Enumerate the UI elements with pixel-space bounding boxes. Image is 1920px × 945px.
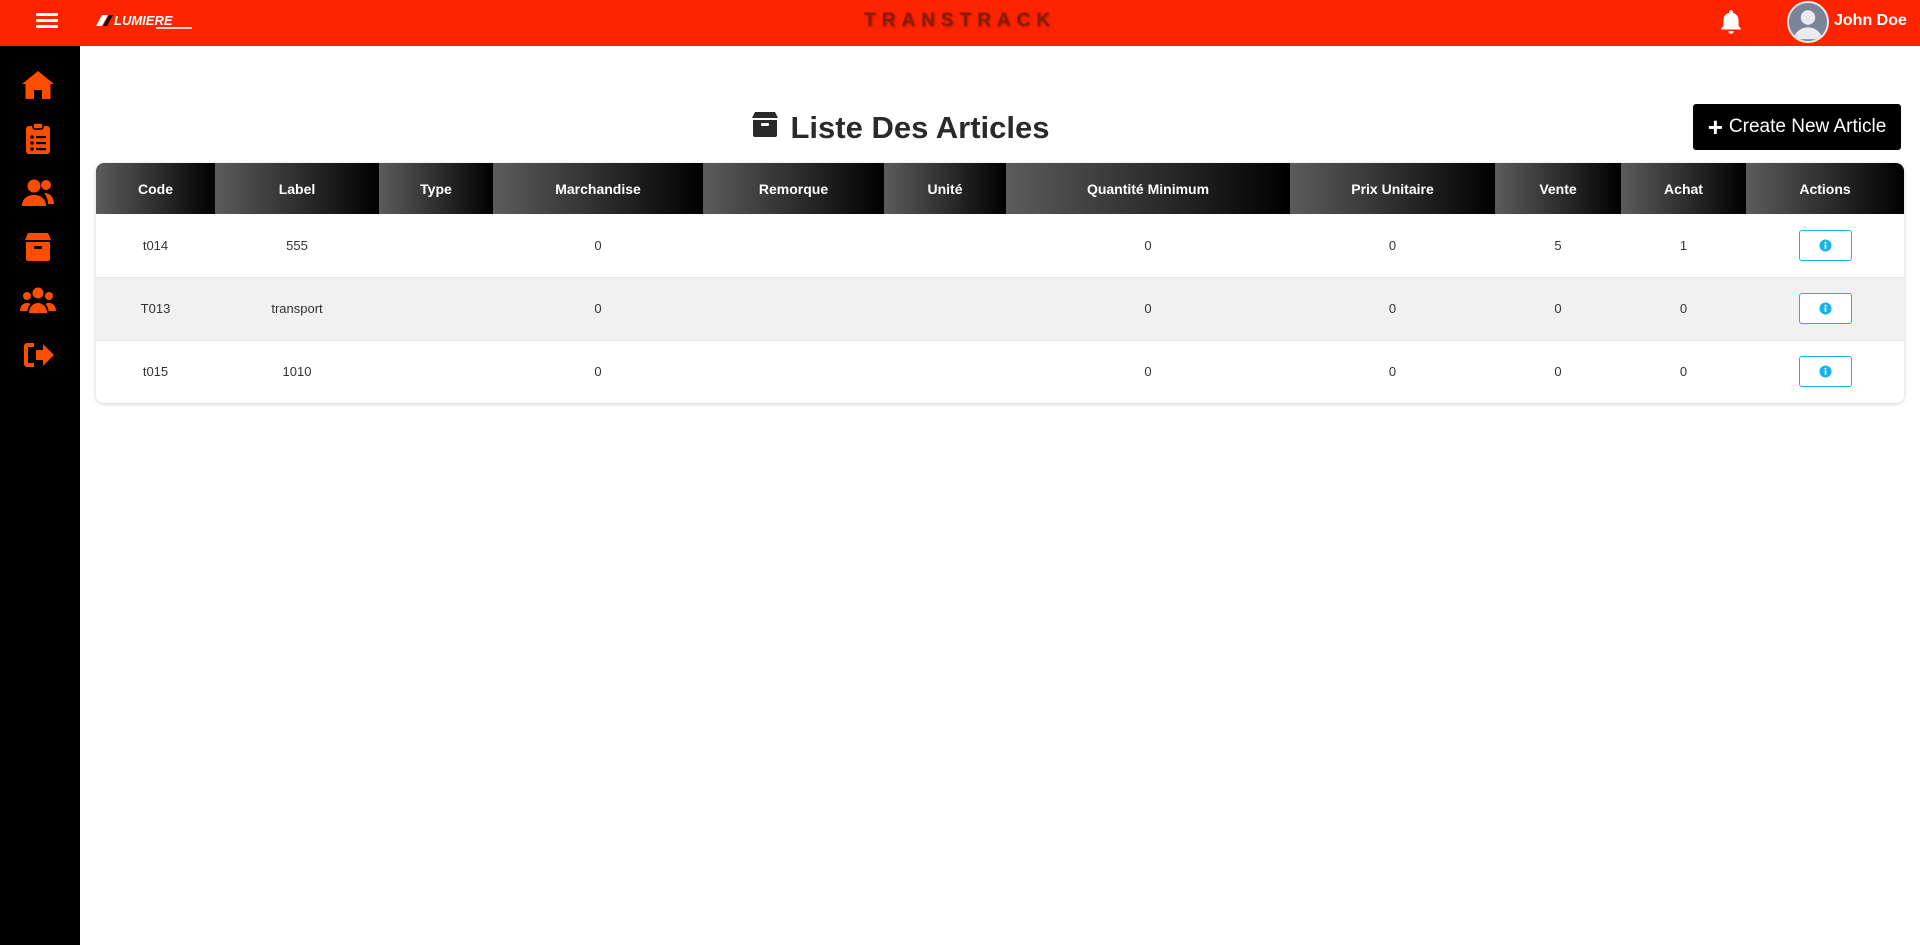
info-icon — [1818, 365, 1832, 378]
info-button[interactable] — [1798, 293, 1852, 324]
table-row: t014 555 0 0 0 5 1 — [96, 214, 1904, 278]
cell-prix-unitaire: 0 — [1290, 340, 1495, 403]
cell-actions — [1746, 277, 1904, 341]
column-header: Actions — [1746, 163, 1904, 214]
bell-icon[interactable] — [1718, 8, 1744, 36]
svg-text:LUMIERE: LUMIERE — [114, 13, 173, 28]
cell-unite — [884, 277, 1006, 341]
cell-code: t014 — [96, 214, 215, 278]
home-icon[interactable] — [20, 67, 56, 103]
column-header[interactable]: Unité — [884, 163, 1006, 214]
info-button[interactable] — [1798, 356, 1852, 387]
sign-out-icon[interactable] — [20, 337, 56, 373]
cell-quantite-minimum: 0 — [1006, 214, 1290, 278]
cell-quantite-minimum: 0 — [1006, 340, 1290, 403]
cell-marchandise: 0 — [493, 340, 703, 403]
page-title-text: Liste Des Articles — [790, 110, 1050, 145]
box-icon[interactable] — [20, 229, 56, 265]
cell-actions — [1746, 214, 1904, 278]
cell-remorque — [703, 277, 884, 341]
column-header[interactable]: Quantité Minimum — [1006, 163, 1290, 214]
group-icon[interactable] — [20, 283, 56, 319]
cell-marchandise: 0 — [493, 214, 703, 278]
cell-prix-unitaire: 0 — [1290, 214, 1495, 278]
avatar[interactable] — [1787, 1, 1829, 43]
page-header: Liste Des Articles + Create New Article — [96, 103, 1904, 153]
cell-code: T013 — [96, 277, 215, 341]
column-header[interactable]: Vente — [1495, 163, 1621, 214]
cell-type — [379, 340, 493, 403]
cell-actions — [1746, 340, 1904, 403]
clipboard-list-icon[interactable] — [20, 121, 56, 157]
cell-quantite-minimum: 0 — [1006, 277, 1290, 341]
sidebar — [0, 46, 80, 945]
cell-remorque — [703, 340, 884, 403]
column-header[interactable]: Remorque — [703, 163, 884, 214]
info-icon — [1818, 239, 1832, 252]
cell-marchandise: 0 — [493, 277, 703, 341]
page-title: Liste Des Articles — [96, 109, 1704, 147]
cell-label: 1010 — [215, 340, 379, 403]
table-row: t015 1010 0 0 0 0 0 — [96, 340, 1904, 403]
cell-unite — [884, 340, 1006, 403]
cell-prix-unitaire: 0 — [1290, 277, 1495, 341]
cell-code: t015 — [96, 340, 215, 403]
cell-achat: 0 — [1621, 277, 1746, 341]
username[interactable]: John Doe — [1834, 12, 1907, 30]
create-article-label: Create New Article — [1728, 116, 1887, 137]
cell-remorque — [703, 214, 884, 278]
cell-unite — [884, 214, 1006, 278]
column-header[interactable]: Type — [379, 163, 493, 214]
table-row: T013 transport 0 0 0 0 0 — [96, 277, 1904, 341]
menu-icon[interactable] — [36, 10, 58, 32]
cell-achat: 0 — [1621, 340, 1746, 403]
app-title: TRANSTRACK — [864, 10, 1056, 31]
plus-icon: + — [1707, 112, 1723, 142]
column-header[interactable]: Marchandise — [493, 163, 703, 214]
column-header[interactable]: Achat — [1621, 163, 1746, 214]
cell-type — [379, 277, 493, 341]
cell-vente: 0 — [1495, 277, 1621, 341]
create-article-button[interactable]: + Create New Article — [1693, 104, 1901, 150]
cell-type — [379, 214, 493, 278]
table-header-row: Code Label Type Marchandise Remorque Uni… — [96, 163, 1904, 214]
cell-label: transport — [215, 277, 379, 341]
column-header[interactable]: Label — [215, 163, 379, 214]
cell-achat: 1 — [1621, 214, 1746, 278]
articles-table: Code Label Type Marchandise Remorque Uni… — [96, 163, 1904, 403]
cell-vente: 0 — [1495, 340, 1621, 403]
column-header[interactable]: Code — [96, 163, 215, 214]
column-header[interactable]: Prix Unitaire — [1290, 163, 1495, 214]
logo[interactable]: LUMIERE — [94, 10, 198, 32]
cell-vente: 5 — [1495, 214, 1621, 278]
info-button[interactable] — [1798, 229, 1852, 261]
top-bar: LUMIERE TRANSTRACK John Doe — [0, 0, 1920, 46]
box-icon — [750, 109, 780, 147]
info-icon — [1818, 302, 1832, 315]
cell-label: 555 — [215, 214, 379, 278]
users-icon[interactable] — [20, 175, 56, 211]
